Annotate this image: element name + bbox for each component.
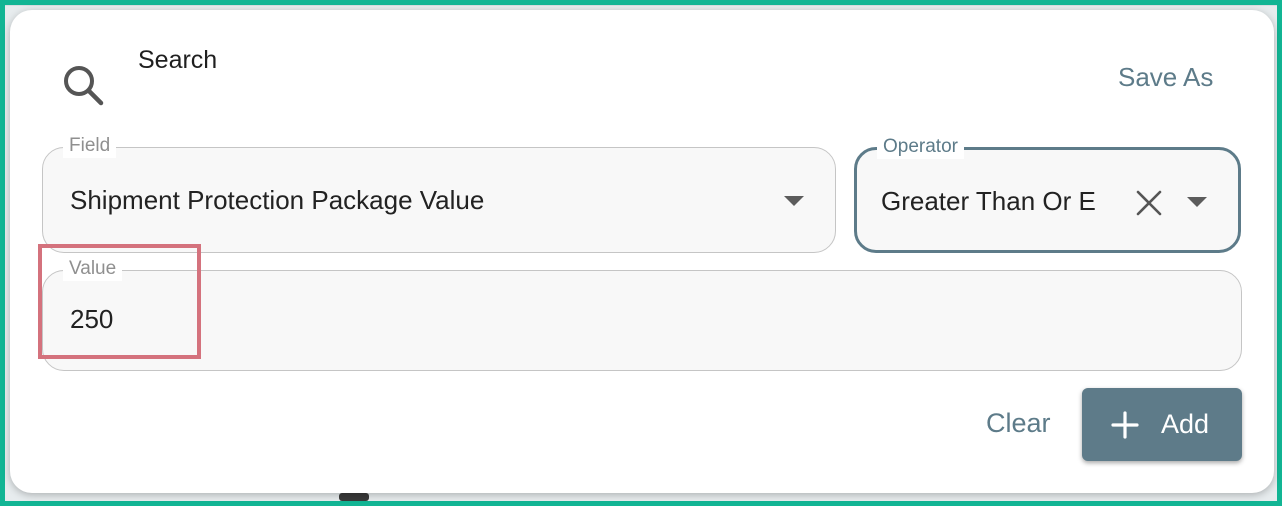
value-input[interactable]: Value 250	[42, 257, 1242, 371]
chevron-down-icon[interactable]	[1187, 197, 1207, 207]
add-button[interactable]: Add	[1082, 388, 1242, 461]
search-icon	[64, 66, 104, 106]
search-dialog: Search Save As Field Shipment Protection…	[10, 10, 1274, 493]
chevron-down-icon[interactable]	[784, 196, 804, 206]
save-as-button[interactable]: Save As	[1118, 62, 1213, 93]
add-button-label: Add	[1161, 409, 1210, 439]
field-label: Field	[63, 134, 117, 158]
operator-label: Operator	[877, 135, 964, 159]
close-icon[interactable]	[1134, 188, 1164, 218]
field-select[interactable]: Field Shipment Protection Package Value	[42, 134, 836, 253]
highlight-box	[38, 244, 201, 359]
background-divider	[5, 5, 1277, 6]
background-element	[339, 493, 369, 501]
plus-icon	[1111, 411, 1139, 439]
clear-button[interactable]: Clear	[986, 408, 1051, 439]
field-value: Shipment Protection Package Value	[70, 185, 485, 215]
dialog-title: Search	[138, 46, 218, 74]
operator-value: Greater Than Or E	[881, 186, 1096, 216]
operator-select[interactable]: Operator Greater Than Or E	[854, 135, 1241, 253]
